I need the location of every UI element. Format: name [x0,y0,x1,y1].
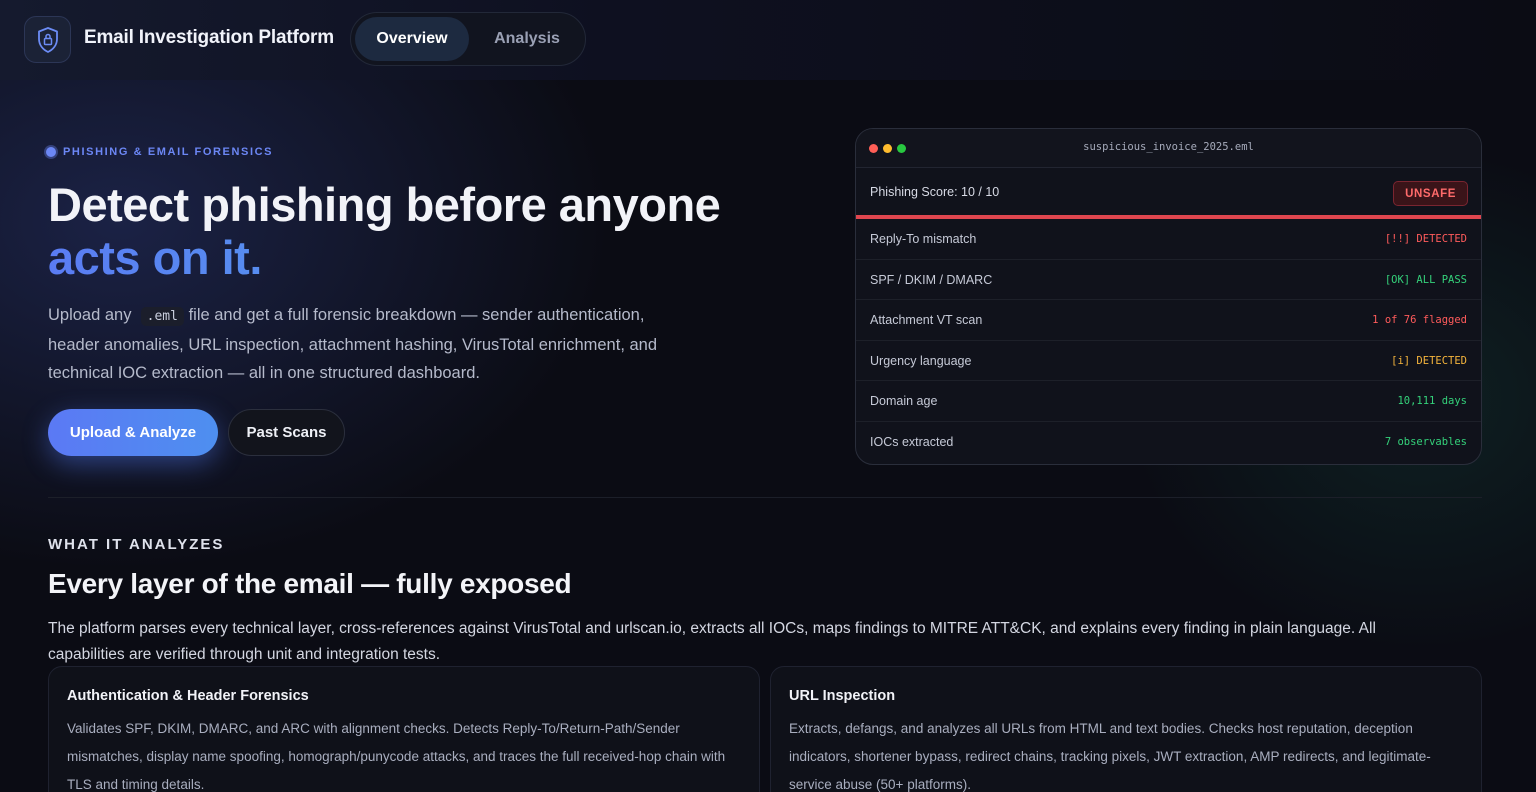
hero-eyebrow: PHISHING & EMAIL FORENSICS [46,146,273,158]
past-scans-button[interactable]: Past Scans [228,409,345,456]
report-filename: suspicious_invoice_2025.eml [1083,141,1254,153]
phishing-score-row: Phishing Score: 10 / 10 UNSAFE [856,168,1481,219]
report-row: SPF / DKIM / DMARC [OK] ALL PASS [856,260,1481,301]
feature-card-description: Validates SPF, DKIM, DMARC, and ARC with… [67,721,726,792]
report-row-value: [i] DETECTED [1391,354,1467,367]
tab-overview[interactable]: Overview [355,17,469,61]
report-row: Attachment VT scan 1 of 76 flagged [856,300,1481,341]
report-row-label: Urgency language [870,353,972,368]
hero-title: Detect phishing before anyone acts on it… [48,178,808,284]
report-row-value: [!!] DETECTED [1384,233,1467,245]
report-window-header: suspicious_invoice_2025.eml [856,129,1481,168]
feature-card-title: URL Inspection [789,688,896,704]
analyzes-description: The platform parses every technical laye… [48,620,1376,663]
report-row: Reply-To mismatch [!!] DETECTED [856,219,1481,260]
report-row-label: Reply-To mismatch [870,232,977,246]
hero-eyebrow-label: PHISHING & EMAIL FORENSICS [63,146,274,158]
app-title: Email Investigation Platform [84,27,334,48]
hero-desc-start: Upload any [48,306,132,324]
analyzes-eyebrow: WHAT IT ANALYZES [48,536,225,553]
hero-description: Upload any .eml file and get a full fore… [48,301,688,387]
report-row-value: 10,111 days [1397,395,1467,408]
hero-title-line1: Detect phishing before anyone [48,178,721,231]
eml-code-chip: .eml [140,307,184,326]
feature-card-url-inspection: URL Inspection Extracts, defangs, and an… [770,666,1482,792]
feature-card-title: Authentication & Header Forensics [67,688,309,704]
report-row-value: [OK] ALL PASS [1384,273,1467,286]
report-row-label: Attachment VT scan [870,313,983,328]
shield-lock-icon [37,26,58,53]
report-row-value: 1 of 76 flagged [1372,314,1467,327]
analyzes-title: Every layer of the email — fully exposed [48,568,572,599]
report-row-label: SPF / DKIM / DMARC [870,272,993,287]
app-logo[interactable] [24,16,71,63]
report-row: Domain age 10,111 days [856,381,1481,422]
report-row-label: Domain age [870,394,938,409]
report-row-value: 7 observables [1384,435,1467,448]
feature-card-description: Extracts, defangs, and analyzes all URLs… [789,721,1431,792]
feature-card-authentication: Authentication & Header Forensics Valida… [48,666,760,792]
report-row: IOCs extracted 7 observables [856,422,1481,463]
top-bar: Email Investigation Platform Overview An… [0,0,1536,80]
nav-tabs: Overview Analysis [350,12,586,66]
hero-desc-rest: file and get a full forensic breakdown —… [48,306,658,382]
upload-analyze-button[interactable]: Upload & Analyze [48,409,218,456]
report-row: Urgency language [i] DETECTED [856,341,1481,382]
section-divider [48,497,1482,498]
tab-analysis[interactable]: Analysis [475,17,579,61]
phishing-score-label: Phishing Score: 10 / 10 [870,185,1000,199]
verdict-badge: UNSAFE [1393,181,1468,206]
report-rows: Reply-To mismatch [!!] DETECTED SPF / DK… [856,219,1481,463]
report-preview-window: suspicious_invoice_2025.eml Phishing Sco… [855,128,1482,465]
hero-title-line2: acts on it. [48,231,808,284]
report-row-label: IOCs extracted [870,434,954,449]
eyebrow-dot-icon [46,147,56,157]
